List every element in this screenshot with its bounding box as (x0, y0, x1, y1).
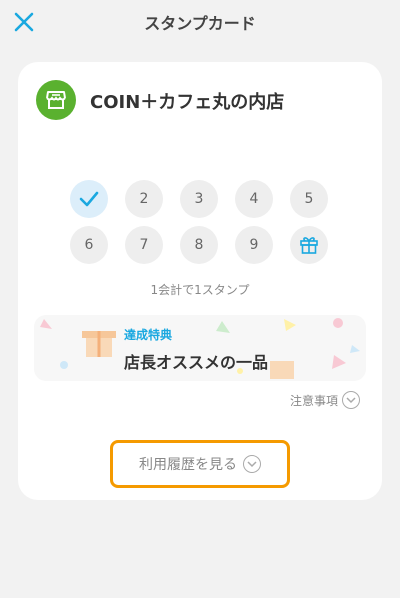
stamp-4: 4 (235, 180, 273, 218)
stamp-5: 5 (290, 180, 328, 218)
stamp-card: COIN＋カフェ丸の内店 2 3 4 5 6 7 8 9 1会計で1スタンプ 達… (18, 62, 382, 500)
stamp-rule-note: 1会計で1スタンプ (150, 283, 250, 297)
chevron-down-icon (342, 391, 360, 409)
check-icon (79, 191, 99, 207)
stamp-2: 2 (125, 180, 163, 218)
caution-label: 注意事項 (289, 393, 338, 408)
view-history-button[interactable]: 利用履歴を見る (110, 440, 290, 488)
page-title: スタンプカード (144, 14, 256, 33)
shop-icon (36, 80, 76, 120)
header: スタンプカード (0, 0, 400, 44)
stamp-1 (70, 180, 108, 218)
reward-banner: 達成特典 店長オススメの一品 (34, 315, 366, 381)
chevron-down-icon (243, 455, 261, 473)
stamp-6: 6 (70, 226, 108, 264)
reward-label: 達成特典 (124, 328, 173, 342)
shop-name: COIN＋カフェ丸の内店 (90, 92, 285, 113)
gift-icon (300, 237, 318, 254)
stamp-3: 3 (180, 180, 218, 218)
caution-toggle[interactable]: 注意事項 (290, 391, 360, 409)
stamp-7: 7 (125, 226, 163, 264)
view-history-label: 利用履歴を見る (139, 457, 237, 473)
stamp-8: 8 (180, 226, 218, 264)
reward-item: 店長オススメの一品 (124, 353, 269, 372)
stamp-9: 9 (235, 226, 273, 264)
stamp-10 (290, 226, 328, 264)
